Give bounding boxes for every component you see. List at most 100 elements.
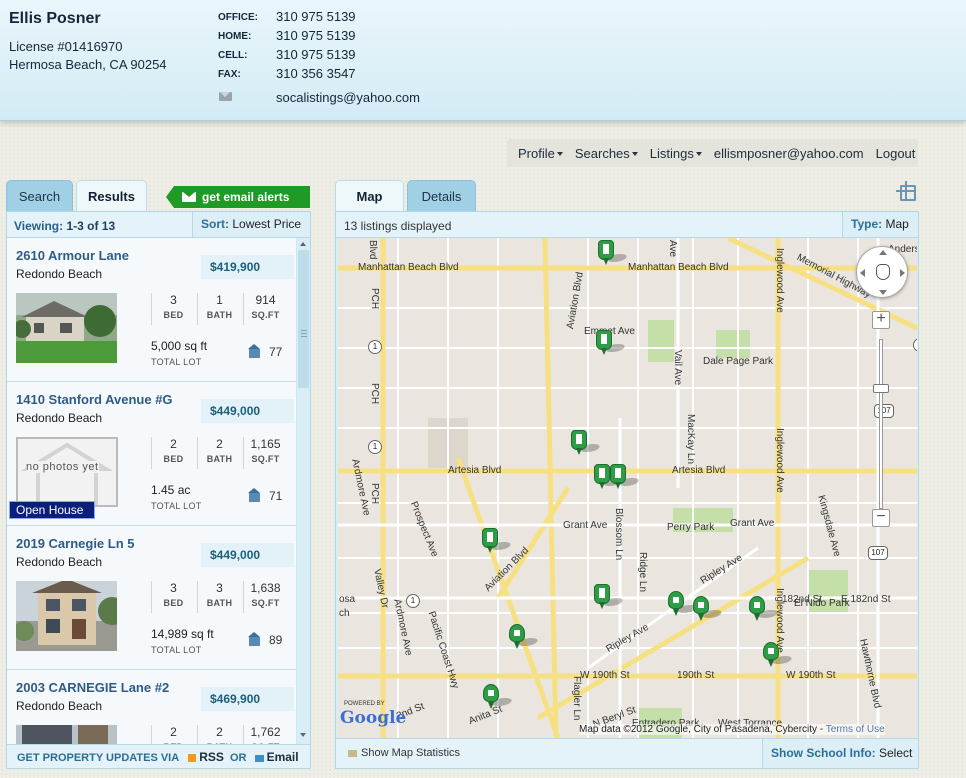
tab-map[interactable]: Map <box>335 180 404 211</box>
street-label: MacKay Ln <box>685 414 696 465</box>
sort-dropdown[interactable]: Sort: Lowest Price <box>192 212 310 252</box>
listing-photo[interactable] <box>16 293 117 363</box>
listing-address[interactable]: 2019 Carnegie Ln 5 <box>16 536 135 551</box>
school-info-dropdown[interactable]: Show School Info: Select <box>762 739 918 768</box>
sqft-stat: 914 SQ.FT <box>243 293 287 325</box>
listing-stats: 3 BED 1 BATH 914 SQ.FT <box>151 293 289 325</box>
agent-email-link[interactable]: socalistings@yahoo.com <box>276 90 420 105</box>
property-updates-bar: GET PROPERTY UPDATES VIA RSS OR Email <box>7 744 310 768</box>
tab-results[interactable]: Results <box>76 180 147 211</box>
listings-menu[interactable]: Listings <box>650 146 702 161</box>
house-marker-icon[interactable] <box>763 642 795 668</box>
terms-of-use-link[interactable]: Terms of Use <box>826 724 885 735</box>
listing-marker-icon[interactable] <box>596 330 628 356</box>
pan-right-icon[interactable] <box>900 269 905 277</box>
lot-label: TOTAL LOT <box>151 645 202 655</box>
baths-value: 1 <box>216 293 223 307</box>
park-name: Dale Page Park <box>703 356 774 367</box>
results-list[interactable]: 2610 Armour Lane Redondo Beach $419,900 … <box>7 238 296 744</box>
beds-value: 3 <box>170 581 177 595</box>
user-email-link[interactable]: ellismposner@yahoo.com <box>714 146 864 161</box>
listing-marker-icon[interactable] <box>598 240 630 266</box>
street-label: Vail Ave <box>672 350 683 386</box>
beds-value: 3 <box>170 293 177 307</box>
street-label: PCH <box>369 383 380 405</box>
show-map-statistics-link[interactable]: Show Map Statistics <box>348 747 460 759</box>
agent-name: Ellis Posner <box>9 10 101 27</box>
listing-item[interactable]: 2003 CARNEGIE Lane #2 Redondo Beach $469… <box>7 670 296 744</box>
beds-value: 2 <box>170 725 177 739</box>
listing-marker-icon[interactable] <box>610 464 642 490</box>
lot-size: 14,989 sq ft <box>151 627 214 641</box>
tab-search[interactable]: Search <box>6 180 73 211</box>
profile-menu[interactable]: Profile <box>518 146 563 161</box>
sqft-label: SQ.FT <box>251 454 280 464</box>
baths-value: 2 <box>216 725 223 739</box>
listing-photo[interactable] <box>16 725 117 744</box>
envelope-icon <box>182 192 196 202</box>
zoom-slider-handle[interactable] <box>873 384 889 393</box>
email-alerts-button[interactable]: get email alerts <box>166 186 310 208</box>
no-photo-text: no photos yet <box>26 461 99 473</box>
listing-marker-icon[interactable] <box>594 584 626 610</box>
school-info-label: Show School Info: <box>771 746 876 760</box>
beds-label: BED <box>163 598 184 608</box>
lot-label: TOTAL LOT <box>151 501 202 511</box>
pan-left-icon[interactable] <box>860 269 865 277</box>
listing-marker-icon[interactable] <box>571 430 603 456</box>
baths-stat: 3 BATH <box>197 581 241 613</box>
map-header: 13 listings displayed Type: Map <box>336 212 918 252</box>
expand-map-icon[interactable] <box>895 180 917 202</box>
listing-city: Redondo Beach <box>16 267 103 281</box>
sqft-label: SQ.FT <box>251 310 280 320</box>
listing-address[interactable]: 2003 CARNEGIE Lane #2 <box>16 680 169 695</box>
tab-details[interactable]: Details <box>407 180 476 211</box>
viewing-label: Viewing: <box>14 219 64 233</box>
street-label: W 190th St <box>786 670 836 681</box>
scroll-down-arrow-icon[interactable] <box>300 733 306 737</box>
baths-label: BATH <box>206 454 233 464</box>
school-info-value: Select <box>879 746 913 760</box>
listing-item[interactable]: 2610 Armour Lane Redondo Beach $419,900 … <box>7 238 296 382</box>
house-marker-icon[interactable] <box>483 684 515 710</box>
searches-menu-label: Searches <box>574 145 630 161</box>
street-label: 190th St <box>677 670 715 681</box>
school-score: 77 <box>269 345 283 359</box>
listing-city: Redondo Beach <box>16 555 103 569</box>
street-label: Artesia Blvd <box>448 465 502 476</box>
zoom-out-button[interactable]: − <box>872 509 890 527</box>
logout-link[interactable]: Logout <box>876 146 916 161</box>
map-pan-control[interactable] <box>856 246 908 298</box>
house-marker-icon[interactable] <box>749 596 781 622</box>
agent-license: License #01416970 <box>9 39 123 54</box>
searches-menu[interactable]: Searches <box>575 146 638 161</box>
house-marker-icon[interactable] <box>693 596 725 622</box>
listing-photo[interactable] <box>16 581 117 651</box>
pan-down-icon[interactable] <box>879 290 887 295</box>
house-marker-icon[interactable] <box>509 624 541 650</box>
house-marker-icon[interactable] <box>668 591 700 617</box>
zoom-in-button[interactable]: + <box>872 311 890 329</box>
park-label: El Nido Park <box>794 598 850 609</box>
listing-stats: 2 BED 2 BATH 1,165 SQ.FT <box>151 437 289 469</box>
viewing-range: 1-3 of 13 <box>66 219 116 233</box>
listing-address[interactable]: 2610 Armour Lane <box>16 248 129 263</box>
scroll-thumb[interactable] <box>298 250 309 388</box>
results-scrollbar[interactable] <box>297 238 310 744</box>
listing-address[interactable]: 1410 Stanford Avenue #G <box>16 392 173 407</box>
zoom-slider[interactable] <box>879 339 883 509</box>
scroll-up-arrow-icon[interactable] <box>300 242 306 246</box>
listing-marker-icon[interactable] <box>482 528 514 554</box>
listing-marker-icon[interactable] <box>594 464 626 490</box>
pan-up-icon[interactable] <box>879 250 887 255</box>
map-canvas[interactable]: Manhattan Beach Blvd Manhattan Beach Blv… <box>338 238 917 738</box>
beds-stat: 3 BED <box>151 293 195 325</box>
listing-photo-placeholder[interactable]: no photos yet <box>16 437 118 507</box>
listing-item[interactable]: 2019 Carnegie Ln 5 Redondo Beach $449,00… <box>7 526 296 670</box>
map-type-dropdown[interactable]: Type: Map <box>842 212 918 252</box>
google-logo[interactable]: Google <box>340 708 406 728</box>
map-roads <box>338 238 917 738</box>
open-house-badge[interactable]: Open House <box>9 501 95 519</box>
email-updates-link[interactable]: Email <box>267 750 299 764</box>
rss-link[interactable]: RSS <box>199 750 224 764</box>
